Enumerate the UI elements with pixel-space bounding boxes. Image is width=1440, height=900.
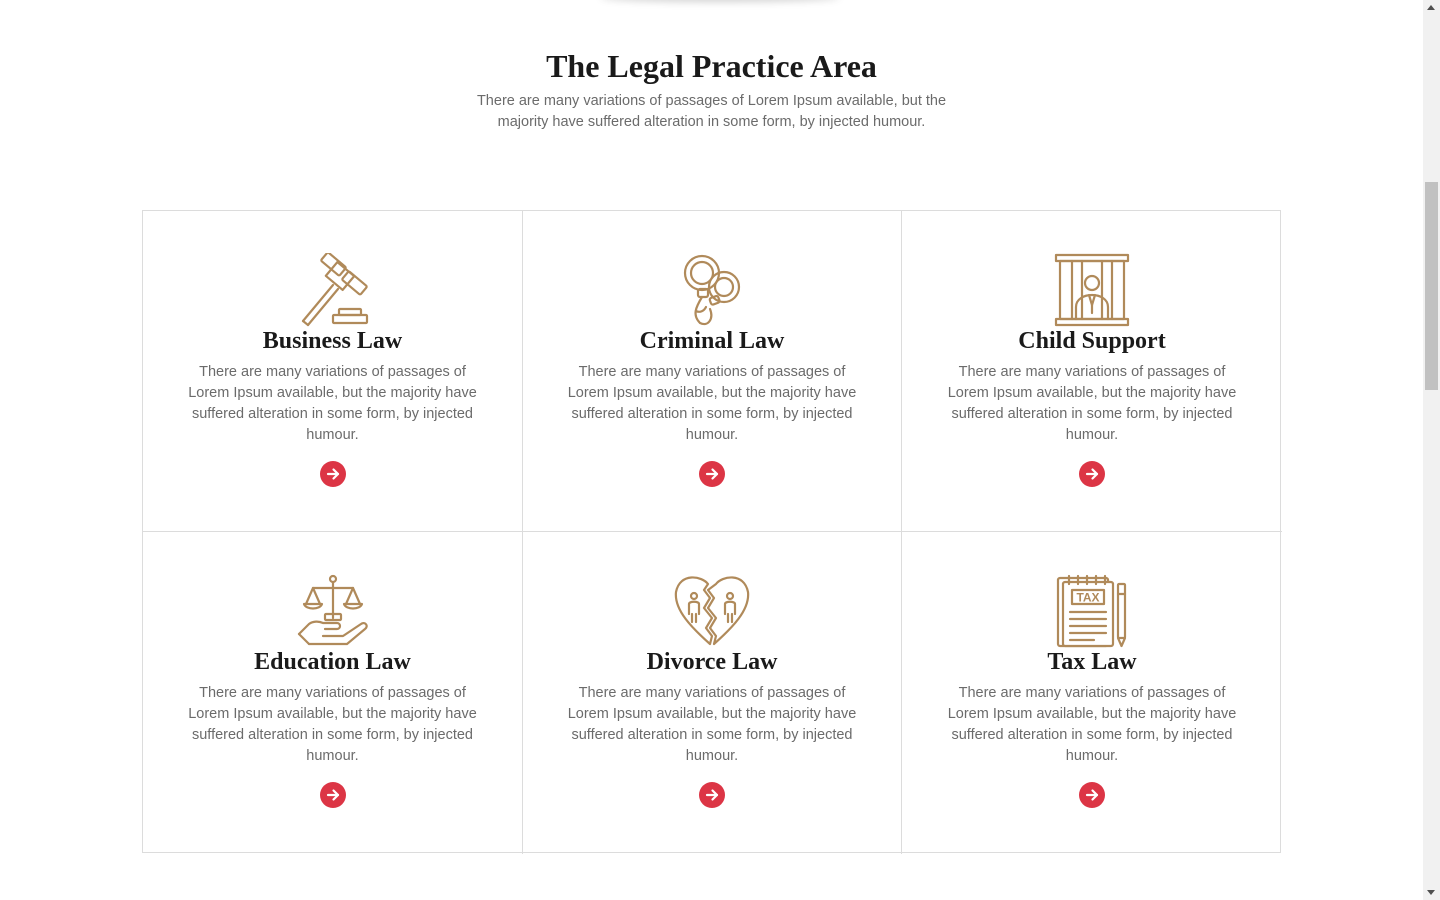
scroll-down-arrow-icon[interactable] [1427, 890, 1435, 895]
broken-heart-couple-icon [674, 574, 750, 648]
handcuffs-icon [674, 253, 750, 327]
section-subtitle: There are many variations of passages of… [476, 93, 947, 130]
card-description: There are many variations of passages of… [947, 685, 1237, 764]
card-description: There are many variations of passages of… [567, 685, 857, 764]
arrow-right-icon [705, 789, 719, 801]
page: The Legal Practice Area There are many v… [0, 0, 1440, 900]
read-more-button[interactable] [1079, 461, 1105, 487]
read-more-button[interactable] [319, 782, 346, 808]
card-title: Criminal Law [639, 328, 785, 354]
card-description: There are many variations of passages of… [188, 685, 477, 764]
scales-on-hand-icon [295, 574, 371, 648]
practice-card-tax-law: TAX Tax Law There are many variations of… [902, 532, 1282, 854]
practice-card-divorce-law: Divorce Law There are many variations of… [523, 532, 902, 854]
card-title: Business Law [262, 328, 403, 354]
practice-area-grid: Business Law There are many variations o… [142, 210, 1282, 854]
read-more-button[interactable] [699, 461, 725, 487]
practice-card-criminal-law: Criminal Law There are many variations o… [523, 211, 902, 532]
card-description: There are many variations of passages of… [947, 364, 1237, 443]
practice-card-education-law: Education Law There are many variations … [143, 532, 523, 854]
read-more-button[interactable] [319, 461, 346, 487]
tax-icon-label: TAX [1076, 591, 1099, 605]
tax-document-icon: TAX [1054, 574, 1130, 648]
card-title: Education Law [254, 649, 411, 675]
practice-card-child-support: Child Support There are many variations … [902, 211, 1282, 532]
practice-card-business-law: Business Law There are many variations o… [143, 211, 523, 532]
scroll-up-arrow-icon[interactable] [1427, 5, 1435, 10]
arrow-right-icon [705, 468, 719, 480]
vertical-scrollbar[interactable] [1423, 0, 1440, 900]
read-more-button[interactable] [699, 782, 725, 808]
section-title: The Legal Practice Area [546, 48, 877, 84]
read-more-button[interactable] [1079, 782, 1105, 808]
section-header: The Legal Practice Area There are many v… [0, 47, 1423, 133]
card-title: Child Support [1018, 328, 1166, 354]
scrollbar-thumb[interactable] [1425, 182, 1438, 390]
card-description: There are many variations of passages of… [188, 364, 477, 443]
arrow-right-icon [326, 789, 339, 801]
gavel-icon [295, 253, 371, 327]
arrow-right-icon [1085, 789, 1099, 801]
card-title: Tax Law [1047, 649, 1137, 675]
jail-bars-icon [1054, 253, 1130, 327]
card-title: Divorce Law [646, 649, 778, 675]
arrow-right-icon [326, 468, 339, 480]
arrow-right-icon [1085, 468, 1099, 480]
card-description: There are many variations of passages of… [567, 364, 857, 443]
